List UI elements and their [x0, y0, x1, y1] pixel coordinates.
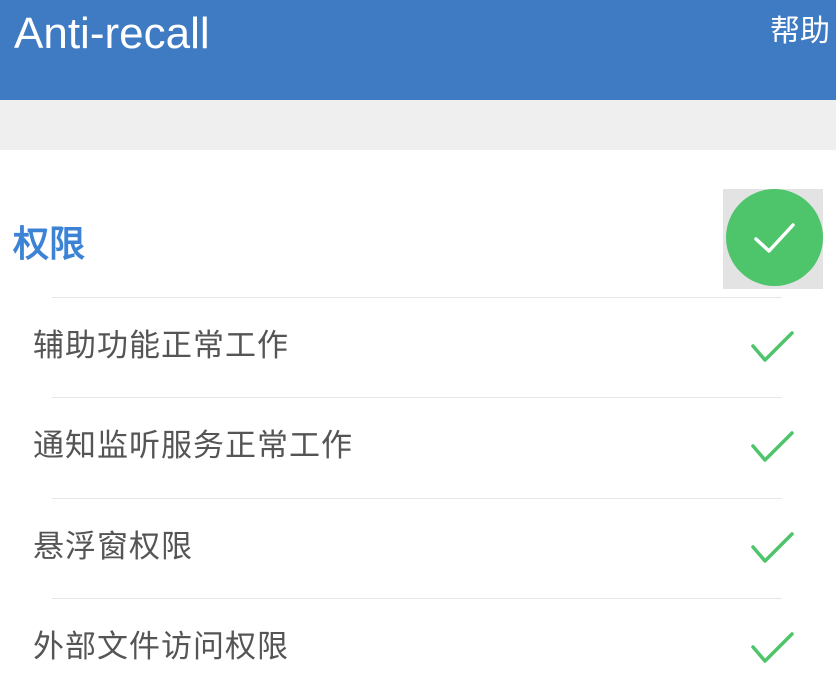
check-icon [751, 532, 794, 563]
permission-row-external-storage[interactable]: 外部文件访问权限 [0, 598, 836, 698]
fab-container [723, 189, 823, 289]
row-divider [52, 297, 782, 298]
help-button[interactable]: 帮助 [770, 12, 830, 52]
permission-row-accessibility[interactable]: 辅助功能正常工作 [0, 297, 836, 397]
confirm-fab-button[interactable] [726, 189, 823, 286]
permission-label: 悬浮窗权限 [33, 529, 193, 565]
row-divider [52, 397, 782, 398]
app-bar: Anti-recall 帮助 [0, 0, 836, 100]
permission-row-notification-listener[interactable]: 通知监听服务正常工作 [0, 397, 836, 497]
permission-label: 通知监听服务正常工作 [33, 428, 353, 464]
check-icon [754, 223, 795, 253]
check-icon [751, 331, 794, 362]
permission-label: 外部文件访问权限 [33, 629, 289, 665]
row-divider [52, 498, 782, 499]
permission-label: 辅助功能正常工作 [33, 328, 289, 364]
check-icon [751, 431, 794, 462]
app-title: Anti-recall [14, 9, 210, 58]
header-divider-band [0, 100, 836, 150]
section-title-permissions: 权限 [13, 224, 86, 265]
check-icon [751, 632, 794, 663]
row-divider [52, 598, 782, 599]
permission-row-overlay[interactable]: 悬浮窗权限 [0, 498, 836, 598]
